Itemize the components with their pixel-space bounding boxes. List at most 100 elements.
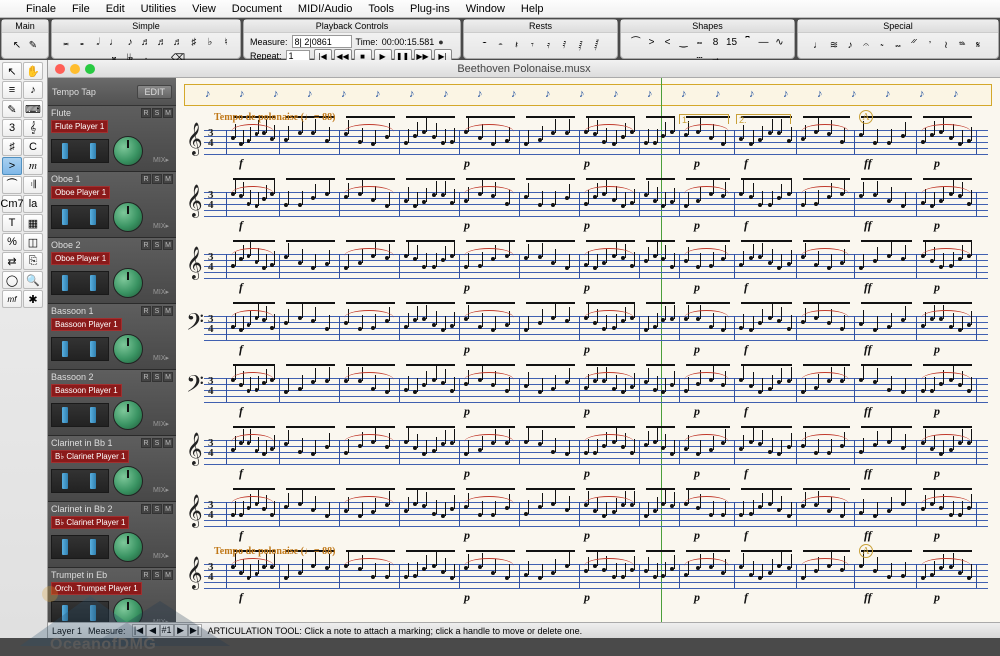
main-tool-2[interactable]: ✎ — [26, 39, 40, 53]
note-group[interactable] — [739, 500, 791, 504]
score-view[interactable]: ♪♪♪♪♪♪♪♪♪♪♪♪♪♪♪♪♪♪♪♪♪♪♪ 𝄞34fpppfffpTempo… — [176, 78, 1000, 622]
tool-clef[interactable]: 𝄞 — [23, 119, 43, 137]
note-group[interactable] — [404, 562, 454, 566]
dynamic-mark[interactable]: f — [239, 280, 243, 295]
dynamic-mark[interactable]: ff — [864, 590, 872, 605]
special-turn-icon[interactable]: 𝆗 — [891, 39, 905, 53]
volta-2[interactable]: 2. — [736, 114, 791, 124]
tool-speedy[interactable]: ✎ — [2, 100, 22, 118]
slur[interactable] — [231, 124, 274, 132]
note-group[interactable] — [739, 314, 791, 318]
tempo-marker[interactable]: ♪ — [477, 88, 483, 100]
channel-r-button[interactable]: R — [141, 306, 151, 316]
tool-text[interactable]: T — [2, 214, 22, 232]
shape-8va-icon[interactable]: 8 — [709, 35, 723, 49]
note-group[interactable] — [644, 314, 674, 318]
menu-edit[interactable]: Edit — [98, 3, 133, 15]
channel-pan-knob[interactable] — [113, 202, 143, 232]
dynamic-mark[interactable]: f — [239, 528, 243, 543]
note-sixteenth-icon[interactable]: ♬ — [139, 35, 153, 49]
tempo-marker[interactable]: ♪ — [919, 88, 925, 100]
channel-s-button[interactable]: S — [152, 174, 162, 184]
note-group[interactable] — [404, 314, 454, 318]
dynamic-mark[interactable]: f — [744, 156, 748, 171]
note-group[interactable] — [524, 500, 574, 504]
slur[interactable] — [231, 434, 274, 442]
nav-prev[interactable]: ◀ — [146, 624, 160, 637]
channel-player[interactable]: Oboe Player 1 — [51, 252, 110, 265]
slur[interactable] — [684, 558, 729, 566]
menu-midiaudio[interactable]: MIDI/Audio — [290, 3, 360, 15]
menu-help[interactable]: Help — [513, 3, 552, 15]
tempo-marker[interactable]: ♪ — [511, 88, 517, 100]
close-icon[interactable] — [55, 64, 65, 74]
dynamic-mark[interactable]: p — [464, 218, 470, 233]
shape-hairpin-icon[interactable]: ⏜ — [629, 35, 643, 49]
slur[interactable] — [231, 558, 274, 566]
slur[interactable] — [344, 124, 394, 132]
dynamic-mark[interactable]: f — [744, 466, 748, 481]
menu-document[interactable]: Document — [224, 3, 290, 15]
record-icon[interactable]: ● — [438, 37, 443, 47]
mixer-channel[interactable]: Oboe 1RSMOboe Player 1MIX▸ — [48, 172, 176, 238]
slur[interactable] — [684, 248, 729, 256]
rest-16-icon[interactable]: 𝄿 — [542, 39, 556, 53]
dynamic-mark[interactable]: f — [744, 218, 748, 233]
note-group[interactable] — [739, 252, 791, 256]
note-group[interactable] — [284, 190, 334, 194]
slur[interactable] — [344, 434, 394, 442]
staff-row[interactable]: 𝄢34fpppfffp — [184, 358, 992, 418]
special-breath-icon[interactable]: ’ — [923, 39, 937, 53]
tool-smartshape[interactable]: ⏜ — [2, 176, 22, 194]
note-group[interactable] — [524, 128, 574, 132]
note-group[interactable] — [739, 190, 791, 194]
note-group[interactable] — [644, 376, 674, 380]
dynamic-mark[interactable]: ff — [864, 528, 872, 543]
mixer-channel[interactable]: FluteRSMFlute Player 1MIX▸ — [48, 106, 176, 172]
note-group[interactable] — [284, 438, 334, 442]
dynamic-mark[interactable]: f — [239, 404, 243, 419]
menu-view[interactable]: View — [184, 3, 224, 15]
note-group[interactable] — [284, 500, 334, 504]
slur[interactable] — [231, 248, 274, 256]
tempo-marker[interactable]: ♪ — [783, 88, 789, 100]
dynamic-mark[interactable]: p — [934, 466, 940, 481]
slur[interactable] — [584, 372, 634, 380]
tempo-marker[interactable]: ♪ — [239, 88, 245, 100]
tool-chord[interactable]: Cm7 — [2, 195, 22, 213]
staff-row[interactable]: 𝄢34fpppfffp — [184, 296, 992, 356]
dynamic-mark[interactable]: f — [744, 404, 748, 419]
mixer-channel[interactable]: Bassoon 2RSMBassoon Player 1MIX▸ — [48, 370, 176, 436]
tool-mf[interactable]: mf — [2, 290, 22, 308]
tempo-track[interactable]: ♪♪♪♪♪♪♪♪♪♪♪♪♪♪♪♪♪♪♪♪♪♪♪ — [184, 84, 992, 106]
channel-pan-knob[interactable] — [113, 532, 143, 562]
note-group[interactable] — [524, 252, 574, 256]
dynamic-mark[interactable]: p — [464, 466, 470, 481]
tempo-text[interactable]: Tempo de polonaise (♩= 88) — [214, 546, 335, 557]
dynamic-mark[interactable]: ff — [864, 218, 872, 233]
slur[interactable] — [801, 248, 849, 256]
note-quarter-icon[interactable]: ♩ — [107, 35, 121, 49]
note-eighth-icon[interactable]: ♪ — [123, 35, 137, 49]
slur[interactable] — [584, 186, 634, 194]
staff-row[interactable]: 𝄞34fpppfffpTempo de polonaise (♩= 88)A — [184, 544, 992, 604]
dynamic-mark[interactable]: ff — [864, 466, 872, 481]
channel-r-button[interactable]: R — [141, 108, 151, 118]
channel-pan-knob[interactable] — [113, 334, 143, 364]
slur[interactable] — [464, 496, 514, 504]
note-group[interactable] — [524, 438, 574, 442]
tempo-marker[interactable]: ♪ — [885, 88, 891, 100]
slur[interactable] — [684, 310, 729, 318]
special-segno-icon[interactable]: 𝄋 — [971, 39, 985, 53]
slur[interactable] — [344, 310, 394, 318]
dynamic-mark[interactable]: f — [744, 342, 748, 357]
note-group[interactable] — [739, 562, 791, 566]
channel-player[interactable]: B♭ Clarinet Player 1 — [51, 516, 129, 529]
channel-s-button[interactable]: S — [152, 570, 162, 580]
dynamic-mark[interactable]: f — [744, 528, 748, 543]
channel-fader[interactable] — [51, 139, 109, 163]
slur[interactable] — [684, 372, 729, 380]
channel-m-button[interactable]: M — [163, 570, 173, 580]
slur[interactable] — [344, 372, 394, 380]
note-group[interactable] — [524, 190, 574, 194]
